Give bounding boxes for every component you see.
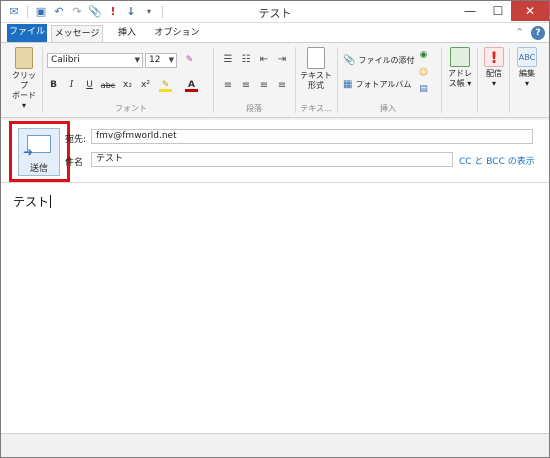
tab-options[interactable]: オプション bbox=[151, 25, 203, 42]
bullet-list-icon[interactable]: ☷ bbox=[239, 53, 253, 66]
plain-text-label-1: テキスト bbox=[300, 71, 332, 80]
help-icon[interactable]: ? bbox=[531, 26, 545, 40]
justify-icon[interactable]: ≡ bbox=[275, 79, 289, 92]
group-separator bbox=[441, 47, 442, 113]
clipboard-label-2: ボード ▾ bbox=[12, 91, 36, 110]
photo-album-button[interactable]: ▦ フォトアルバム bbox=[343, 79, 411, 90]
paragraph-group-label: 段落 bbox=[246, 104, 262, 113]
close-button[interactable]: ✕ bbox=[511, 1, 549, 21]
send-button-highlight: ➜ 送信 bbox=[9, 121, 70, 182]
chevron-down-icon: ▼ bbox=[134, 56, 140, 64]
group-separator bbox=[477, 47, 478, 113]
body-text[interactable]: テスト bbox=[13, 193, 52, 210]
font-group-label: フォント bbox=[115, 104, 147, 113]
edit-label-1: 編集 bbox=[519, 69, 535, 78]
clipboard-button[interactable]: クリップ ボード ▾ bbox=[9, 47, 39, 111]
increase-indent-icon[interactable]: ⇥ bbox=[275, 53, 289, 66]
address-book-button[interactable]: アドレ ス帳 ▾ bbox=[445, 47, 475, 89]
chevron-down-icon: ▼ bbox=[168, 56, 174, 64]
tab-file[interactable]: ファイル bbox=[7, 24, 47, 42]
text-caret bbox=[50, 195, 52, 208]
mail-window: ✉ ▣ ↶ ↷ 📎 ! ↓ ▾ テスト — ☐ ✕ ファイル メッセージ 挿入 … bbox=[0, 0, 550, 458]
attach-file-button[interactable]: 📎 ファイルの添付 bbox=[343, 55, 414, 66]
title-bar: ✉ ▣ ↶ ↷ 📎 ! ↓ ▾ テスト — ☐ ✕ bbox=[1, 1, 549, 23]
message-body[interactable]: テスト bbox=[1, 183, 549, 433]
photo-album-icon: ▦ bbox=[343, 79, 353, 90]
delivery-label-2: ▾ bbox=[491, 79, 496, 88]
attach-file-label: ファイルの添付 bbox=[358, 56, 415, 65]
delivery-label-1: 配信 bbox=[486, 69, 502, 78]
clipboard-label-1: クリップ bbox=[12, 71, 36, 90]
group-separator bbox=[295, 47, 296, 113]
numbered-list-icon[interactable]: ☰ bbox=[221, 53, 235, 66]
paperclip-icon: 📎 bbox=[343, 55, 356, 66]
minimize-button[interactable]: — bbox=[457, 1, 483, 21]
superscript-button[interactable]: x² bbox=[139, 79, 152, 92]
font-size-select[interactable]: 12 ▼ bbox=[145, 53, 177, 68]
font-size-value: 12 bbox=[149, 55, 161, 65]
underline-button[interactable]: U bbox=[83, 79, 96, 92]
font-color-button[interactable]: A bbox=[185, 79, 198, 92]
bold-button[interactable]: B bbox=[47, 79, 60, 92]
send-button[interactable]: ➜ 送信 bbox=[18, 128, 60, 176]
emoticon-icon[interactable]: ☺ bbox=[417, 67, 430, 80]
address-book-label-1: アドレ bbox=[448, 69, 472, 78]
text-group-label: テキス... bbox=[300, 104, 332, 113]
address-book-icon bbox=[450, 47, 470, 67]
priority-icon: ! bbox=[484, 47, 504, 67]
group-separator bbox=[42, 47, 43, 113]
address-book-label-2: ス帳 ▾ bbox=[448, 79, 472, 88]
tab-message[interactable]: メッセージ bbox=[51, 25, 103, 42]
ribbon: クリップ ボード ▾ Calibri ▼ 12 ▼ ✎ B I U abc x₂… bbox=[1, 42, 549, 118]
photo-album-label: フォトアルバム bbox=[355, 80, 412, 89]
body-content: テスト bbox=[13, 195, 50, 209]
spellcheck-icon: ABC bbox=[517, 47, 537, 67]
status-bar bbox=[1, 433, 549, 457]
send-label: 送信 bbox=[29, 164, 48, 174]
to-label[interactable]: 宛先: bbox=[65, 132, 86, 145]
to-field[interactable]: fmv@fmworld.net bbox=[91, 129, 533, 144]
subject-label: 件名 bbox=[65, 158, 84, 168]
subscript-button[interactable]: x₂ bbox=[121, 79, 134, 92]
group-separator bbox=[509, 47, 510, 113]
align-left-icon[interactable]: ≡ bbox=[221, 79, 235, 92]
clipboard-icon bbox=[15, 47, 33, 69]
strikethrough-button[interactable]: abc bbox=[99, 79, 117, 92]
send-arrow-icon: ➜ bbox=[23, 145, 34, 159]
show-cc-bcc-link[interactable]: CC と BCC の表示 bbox=[459, 154, 535, 167]
maximize-button[interactable]: ☐ bbox=[485, 1, 511, 21]
ribbon-tabs: ファイル メッセージ 挿入 オプション ⌃ ? bbox=[1, 23, 549, 42]
group-separator bbox=[337, 47, 338, 113]
align-right-icon[interactable]: ≡ bbox=[257, 79, 271, 92]
font-name-value: Calibri bbox=[51, 55, 80, 65]
delivery-button[interactable]: ! 配信 ▾ bbox=[481, 47, 507, 89]
edit-label-2: ▾ bbox=[524, 79, 529, 88]
hyperlink-icon[interactable]: ◉ bbox=[417, 49, 430, 62]
edit-button[interactable]: ABC 編集 ▾ bbox=[513, 47, 541, 89]
collapse-ribbon-icon[interactable]: ⌃ bbox=[515, 26, 524, 39]
font-name-select[interactable]: Calibri ▼ bbox=[47, 53, 143, 68]
decrease-indent-icon[interactable]: ⇤ bbox=[257, 53, 271, 66]
signature-icon[interactable]: ▤ bbox=[417, 83, 430, 96]
insert-group-label: 挿入 bbox=[380, 104, 396, 113]
format-painter-icon[interactable]: ✎ bbox=[183, 54, 196, 67]
plain-text-button[interactable]: テキスト 形式 bbox=[299, 47, 333, 91]
tab-insert[interactable]: 挿入 bbox=[105, 25, 149, 42]
plain-text-label-2: 形式 bbox=[308, 81, 324, 90]
highlight-button[interactable]: ✎ bbox=[159, 79, 172, 92]
align-center-icon[interactable]: ≡ bbox=[239, 79, 253, 92]
subject-field[interactable]: テスト bbox=[91, 152, 453, 167]
document-icon bbox=[307, 47, 325, 69]
group-separator bbox=[213, 47, 214, 113]
italic-button[interactable]: I bbox=[65, 79, 78, 92]
